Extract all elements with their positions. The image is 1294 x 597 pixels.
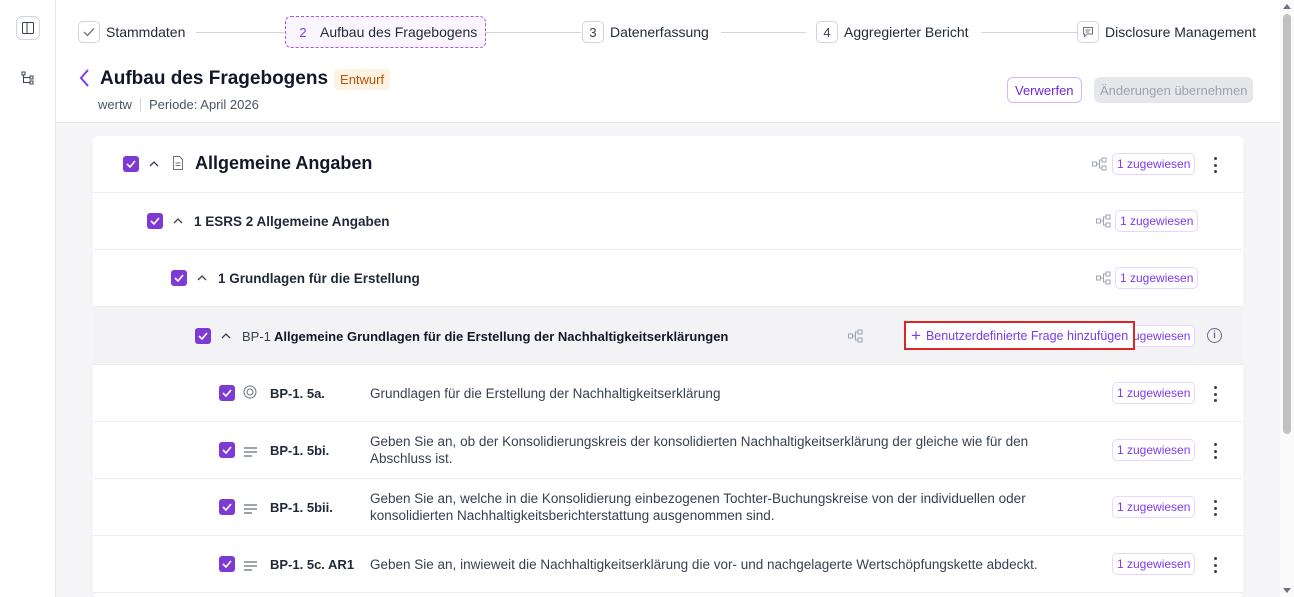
more-options-icon[interactable]	[1213, 443, 1217, 459]
tree-row-chapter[interactable]: 1 Grundlagen für die Erstellung 1 zugewi…	[93, 250, 1243, 307]
comment-icon	[1077, 21, 1099, 43]
step-aufbau[interactable]: 2 Aufbau des Fragebogens	[285, 16, 487, 48]
tree-row-section[interactable]: Allgemeine Angaben 1 zugewiesen	[93, 136, 1243, 193]
divider	[139, 97, 141, 112]
checkbox[interactable]	[195, 328, 211, 344]
step-connector	[485, 32, 581, 33]
chevron-up-icon[interactable]	[220, 330, 232, 342]
hierarchy-icon[interactable]	[1092, 157, 1108, 171]
period-label: Periode: April 2026	[148, 97, 259, 112]
step-label: Aggregierter Bericht	[844, 24, 969, 40]
main-area: Stammdaten 2 Aufbau des Fragebogens 3 Da…	[56, 0, 1280, 597]
text-icon	[244, 444, 257, 462]
scrollbar[interactable]	[1280, 0, 1294, 597]
assigned-badge[interactable]: 1 zugewiesen	[1112, 153, 1196, 175]
back-arrow-icon[interactable]	[78, 68, 94, 90]
page-header: Aufbau des Fragebogens Entwurf	[78, 68, 391, 90]
step-connector	[981, 32, 1077, 33]
tree-row-question[interactable]: BP-1. 5a. Grundlagen für die Erstellung …	[93, 365, 1243, 422]
step-number: 4	[816, 21, 838, 43]
text-icon	[244, 501, 257, 519]
step-number: 3	[582, 21, 604, 43]
user-label: wertw	[98, 97, 132, 112]
step-aggregierter-bericht[interactable]: 4 Aggregierter Bericht	[816, 16, 969, 48]
app: Stammdaten 2 Aufbau des Fragebogens 3 Da…	[0, 0, 1294, 597]
checkbox[interactable]	[123, 156, 139, 172]
info-icon[interactable]: i	[1207, 328, 1222, 343]
add-custom-question-button[interactable]: + Benutzerdefinierte Frage hinzufügen	[904, 321, 1136, 350]
assigned-badge[interactable]: 1 zugewiesen	[1115, 267, 1199, 289]
question-text: Geben Sie an, ob der Konsolidierungskrei…	[370, 434, 1029, 466]
chevron-up-icon[interactable]	[196, 272, 208, 284]
checkbox[interactable]	[219, 385, 235, 401]
question-text: Geben Sie an, welche in die Konsolidieru…	[370, 491, 1026, 523]
status-badge: Entwurf	[334, 68, 391, 90]
question-code: BP-1. 5bi.	[270, 443, 330, 458]
question-code: BP-1. 5bii.	[270, 500, 333, 515]
checkbox[interactable]	[219, 442, 235, 458]
hierarchy-icon[interactable]	[1096, 271, 1112, 285]
apply-changes-button[interactable]: Änderungen übernehmen	[1094, 77, 1254, 103]
disclosure-code: BP-1	[242, 329, 271, 344]
question-code: BP-1. 5c. AR1	[270, 557, 355, 572]
add-custom-question-label: Benutzerdefinierte Frage hinzufügen	[925, 328, 1129, 343]
text-icon	[244, 558, 257, 576]
chevron-up-icon[interactable]	[172, 215, 184, 227]
tree-row-question[interactable]: BP-1. 5bii. Geben Sie an, welche in die …	[93, 479, 1243, 536]
scroll-thumb[interactable]	[1283, 14, 1291, 434]
questionnaire-tree: Allgemeine Angaben 1 zugewiesen 1 ESRS 2…	[93, 136, 1243, 597]
page-subtitle: wertw Periode: April 2026	[98, 97, 259, 112]
checkbox[interactable]	[219, 499, 235, 515]
step-label: Stammdaten	[106, 24, 186, 40]
radio-icon	[243, 385, 257, 404]
hierarchy-icon[interactable]	[1096, 214, 1112, 228]
checkbox[interactable]	[171, 270, 187, 286]
question-text: Geben Sie an, inwieweit die Nachhaltigke…	[370, 557, 1038, 572]
discard-button[interactable]: Verwerfen	[1007, 77, 1082, 103]
step-number: 2	[299, 24, 307, 40]
page-title: Aufbau des Fragebogens	[100, 68, 329, 89]
more-options-icon[interactable]	[1213, 386, 1217, 402]
assigned-badge[interactable]: 1 zugewiesen	[1115, 210, 1199, 232]
assigned-badge[interactable]: 1 zugewiesen	[1112, 439, 1196, 461]
standard-title: 1 ESRS 2 Allgemeine Angaben	[194, 214, 390, 229]
tree-row-question[interactable]: BP-1. 5c. AR1 Geben Sie an, inwieweit di…	[93, 536, 1243, 593]
section-title: Allgemeine Angaben	[195, 153, 373, 173]
step-label: Disclosure Management	[1105, 24, 1256, 40]
tree-row-question[interactable]: BP-1. 5bi. Geben Sie an, ob der Konsolid…	[93, 422, 1243, 479]
hierarchy-icon[interactable]	[18, 68, 38, 88]
step-label: Datenerfassung	[610, 24, 709, 40]
checkbox[interactable]	[219, 556, 235, 572]
step-disclosure-management[interactable]: Disclosure Management	[1077, 16, 1256, 48]
step-datenerfassung[interactable]: 3 Datenerfassung	[582, 16, 709, 48]
step-connector	[196, 32, 284, 33]
more-options-icon[interactable]	[1213, 557, 1217, 573]
question-code: BP-1. 5a.	[270, 386, 325, 401]
check-icon	[78, 21, 100, 43]
stepper: Stammdaten 2 Aufbau des Fragebogens 3 Da…	[76, 16, 1260, 48]
step-connector	[721, 32, 806, 33]
sidebar-toggle-icon[interactable]	[16, 16, 40, 40]
question-text: Grundlagen für die Erstellung der Nachha…	[370, 386, 721, 401]
more-options-icon[interactable]	[1213, 500, 1217, 516]
disclosure-title: Allgemeine Grundlagen für die Erstellung…	[274, 329, 729, 344]
left-rail	[0, 0, 56, 597]
document-icon	[172, 156, 184, 175]
plus-icon: +	[911, 325, 921, 345]
step-stammdaten[interactable]: Stammdaten	[78, 16, 185, 48]
scroll-down-icon[interactable]	[1283, 588, 1291, 593]
scroll-up-icon[interactable]	[1283, 4, 1291, 9]
assigned-badge[interactable]: 1 zugewiesen	[1112, 496, 1196, 518]
assigned-badge[interactable]: 1 zugewiesen	[1112, 553, 1196, 575]
hierarchy-icon[interactable]	[848, 329, 864, 343]
step-label: Aufbau des Fragebogens	[320, 24, 478, 40]
tree-row-standard[interactable]: 1 ESRS 2 Allgemeine Angaben 1 zugewiesen	[93, 193, 1243, 250]
checkbox[interactable]	[147, 213, 163, 229]
more-options-icon[interactable]	[1213, 157, 1217, 173]
chapter-title: 1 Grundlagen für die Erstellung	[218, 271, 420, 286]
chevron-up-icon[interactable]	[148, 158, 160, 170]
assigned-badge[interactable]: 1 zugewiesen	[1112, 382, 1196, 404]
